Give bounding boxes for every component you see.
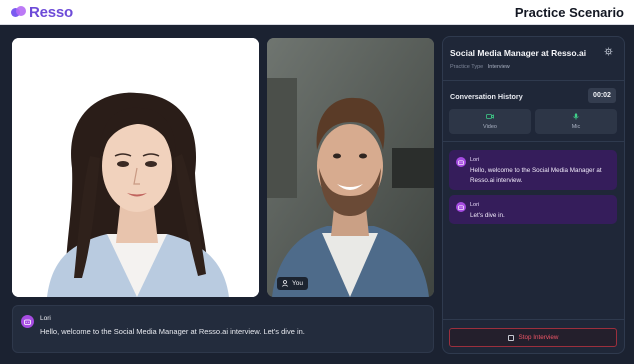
practice-type-label: Practice Type (450, 64, 484, 70)
scenario-title: Social Media Manager at Resso.ai (450, 48, 587, 58)
chat-message: Lori Hello, welcome to the Social Media … (449, 150, 617, 190)
stop-interview-label: Stop Interview (518, 334, 559, 341)
settings-gear-icon[interactable] (604, 47, 613, 56)
caption-text: Hello, welcome to the Social Media Manag… (40, 327, 305, 336)
robot-avatar-icon (456, 157, 466, 167)
person-icon (282, 280, 288, 287)
self-view-label-text: You (292, 280, 303, 287)
page-title: Practice Scenario (514, 5, 624, 20)
chat-message: Lori Let's dive in. (449, 195, 617, 224)
ai-avatar-video (12, 38, 259, 297)
divider (443, 141, 624, 142)
divider (443, 319, 624, 320)
session-timer: 00:02 (588, 88, 616, 103)
logo-text: Resso (29, 3, 74, 21)
caption-speaker: Lori (40, 315, 51, 322)
practice-type-value: Interview (487, 64, 510, 70)
video-toggle-label: Video (483, 124, 497, 130)
message-speaker: Lori (470, 202, 480, 208)
stop-interview-button[interactable]: Stop Interview (449, 328, 617, 347)
camera-icon (486, 114, 494, 119)
divider (443, 80, 624, 81)
top-bar: Resso Practice Scenario (0, 0, 634, 25)
scenario-panel: Social Media Manager at Resso.ai Practic… (442, 36, 625, 354)
message-speaker: Lori (470, 157, 480, 163)
mic-toggle-label: Mic (571, 124, 581, 130)
message-text: Let's dive in. (470, 212, 505, 219)
robot-avatar-icon (456, 202, 466, 212)
message-text: Hello, welcome to the Social Media Manag… (470, 167, 602, 184)
video-toggle-button[interactable]: Video (449, 109, 531, 134)
conversation-history-label: Conversation History (450, 92, 523, 101)
resso-logo[interactable]: Resso (11, 3, 73, 21)
microphone-icon (573, 113, 579, 120)
logo-mark-icon (11, 6, 26, 18)
robot-avatar-icon (21, 315, 34, 328)
self-view-label: You (277, 277, 308, 290)
mic-toggle-button[interactable]: Mic (535, 109, 617, 134)
live-caption: Lori Hello, welcome to the Social Media … (12, 305, 434, 353)
user-camera-video (267, 38, 434, 297)
stop-square-icon (507, 334, 514, 341)
practice-type: Practice Type Interview (450, 64, 510, 70)
